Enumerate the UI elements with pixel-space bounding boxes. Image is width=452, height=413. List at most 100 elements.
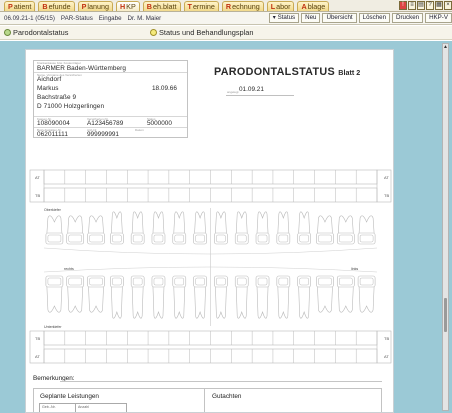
remarks-line[interactable] <box>60 381 382 382</box>
lower-tooth-occlusal <box>153 277 164 286</box>
tab-hkp-mark: H <box>119 2 126 11</box>
list-icon[interactable]: ≡ <box>408 1 416 10</box>
tab-rechnung-label: echnung <box>232 2 260 11</box>
patient-surname: Aichdorf <box>37 76 62 83</box>
lower-tooth-root <box>67 286 84 313</box>
unterkiefer-label: Unterkiefer <box>44 325 62 329</box>
overview-button[interactable]: Übersicht <box>322 13 357 23</box>
upper-tooth-crown <box>87 232 105 245</box>
print-icon[interactable]: ▤ <box>417 1 425 10</box>
tab-hkp[interactable]: HKP <box>115 1 140 11</box>
betrieb-row: Betriebsstätten-Nr. Arzt-Nr. Datum 06201… <box>34 128 187 139</box>
chart-grid <box>29 169 392 364</box>
upper-tooth-occlusal <box>89 234 103 243</box>
calendar-icon[interactable]: ▦ <box>435 1 443 10</box>
tab-befunde-mark: B <box>42 2 48 11</box>
form-sheet-number: Blatt 2 <box>338 68 361 77</box>
status-value: 5000000 <box>147 120 172 127</box>
upper-tooth-root <box>46 215 63 234</box>
tb-label-right-upper: TB <box>384 193 389 198</box>
upper-tooth-root <box>358 215 375 234</box>
date-label: angelegt <box>227 90 239 94</box>
links-label: links <box>351 267 358 271</box>
rechts-label: rechts <box>64 267 74 271</box>
lower-tooth-crown <box>45 275 64 288</box>
tab-termine-label: ermine <box>192 2 215 11</box>
print-button[interactable]: Drucken <box>392 13 424 23</box>
lower-tooth-root <box>46 286 63 313</box>
section-parodontalstatus-label: Parodontalstatus <box>13 28 69 37</box>
new-button[interactable]: Neu <box>301 13 321 23</box>
lower-tooth-occlusal <box>299 277 309 286</box>
lower-tooth-occlusal <box>359 277 374 286</box>
upper-tooth-occlusal <box>174 234 185 243</box>
lower-tooth-occlusal <box>47 277 62 286</box>
delete-button[interactable]: Löschen <box>358 13 391 23</box>
lower-tooth-root <box>277 286 290 319</box>
patient-street: Bachstraße 9 <box>37 94 77 101</box>
kassennr-value: 108090004 <box>37 120 70 127</box>
plan-type: PAR-Status <box>60 14 93 22</box>
services-box: Geplante Leistungen Gutachten Geb.-Nr. A… <box>33 388 382 412</box>
tab-behblatt[interactable]: Beh.blatt <box>142 1 181 11</box>
lower-tooth-occlusal <box>195 277 205 286</box>
alert-icon[interactable]: ! <box>399 1 407 10</box>
upper-tooth-occlusal <box>112 234 122 243</box>
tab-labor[interactable]: Labor <box>266 1 295 11</box>
tab-rechnung-mark: R <box>225 2 232 11</box>
arzt-value: 999999991 <box>87 131 119 138</box>
app-window: Patient Befunde Planung HKP Beh.blatt Te… <box>0 0 452 413</box>
lower-tooth-crown <box>336 275 355 288</box>
lower-tooth-root <box>215 286 227 319</box>
upper-tooth-occlusal <box>339 234 353 243</box>
patient-firstname: Markus <box>37 85 59 92</box>
radio-selected-icon <box>4 29 11 36</box>
window-icon-group: ! ≡ ▤ ? ▦ × <box>398 1 452 11</box>
status-button-label: Status <box>277 14 296 21</box>
section-parodontalstatus[interactable]: Parodontalstatus <box>4 28 68 37</box>
lower-tooth-occlusal <box>236 277 247 286</box>
patient-birthdate: 18.09.66 <box>152 85 177 92</box>
tab-ablage-label: blage <box>307 2 326 11</box>
tab-planung-mark: P <box>81 2 87 11</box>
hkp-button[interactable]: HKP-V <box>425 13 452 23</box>
scroll-thumb[interactable] <box>444 298 447 332</box>
upper-tooth-occlusal <box>236 234 247 243</box>
kassennr-row: Kassen-Nr. Versicherten-Nr. Status 10809… <box>34 117 187 128</box>
status-button[interactable]: ▾ Status <box>268 13 300 23</box>
tab-termine-mark: T <box>187 2 192 11</box>
tab-rechnung[interactable]: Rechnung <box>221 1 264 11</box>
document-workspace: Krankenkasse bzw. Kostenträger BARMER Ba… <box>0 41 452 413</box>
tab-planung[interactable]: Planung <box>77 1 113 11</box>
upper-tooth-root <box>88 215 104 234</box>
close-icon[interactable]: × <box>444 1 452 10</box>
tab-termine[interactable]: Termine <box>183 1 219 11</box>
upper-tooth-occlusal <box>132 234 143 243</box>
lower-tooth-root <box>111 286 123 319</box>
tab-patient[interactable]: Patient <box>4 1 36 11</box>
planned-services-label: Geplante Leistungen <box>40 393 99 400</box>
lower-tooth-occlusal <box>257 277 268 286</box>
tab-befunde-label: efunde <box>48 2 71 11</box>
dental-chart: AT AT TB TB Oberkiefer rechts links Unte… <box>26 168 393 368</box>
tab-hkp-label: KP <box>126 2 136 11</box>
lower-tooth-root <box>337 286 354 313</box>
tab-ablage[interactable]: Ablage <box>297 1 330 11</box>
upper-tooth-occlusal <box>278 234 289 243</box>
help-icon[interactable]: ? <box>426 1 434 10</box>
section-behandlungsplan[interactable]: Status und Behandlungsplan <box>150 28 254 37</box>
lower-tooth-root <box>298 286 310 319</box>
lower-tooth-occlusal <box>278 277 289 286</box>
lower-tooth-root <box>256 286 269 319</box>
vertical-scrollbar[interactable]: ▲ <box>442 43 449 411</box>
at-label-right-upper: AT <box>384 175 389 180</box>
lower-tooth-crown <box>87 275 105 288</box>
upper-tooth-occlusal <box>257 234 268 243</box>
tab-befunde[interactable]: Befunde <box>38 1 75 11</box>
upper-tooth-root <box>235 211 248 234</box>
tab-labor-mark: L <box>270 2 276 11</box>
upper-tooth-root <box>111 211 123 234</box>
scroll-up-icon[interactable]: ▲ <box>443 44 448 51</box>
datum-label: Datum <box>135 128 144 132</box>
services-table: Geb.-Nr. Anzahl <box>39 403 127 412</box>
